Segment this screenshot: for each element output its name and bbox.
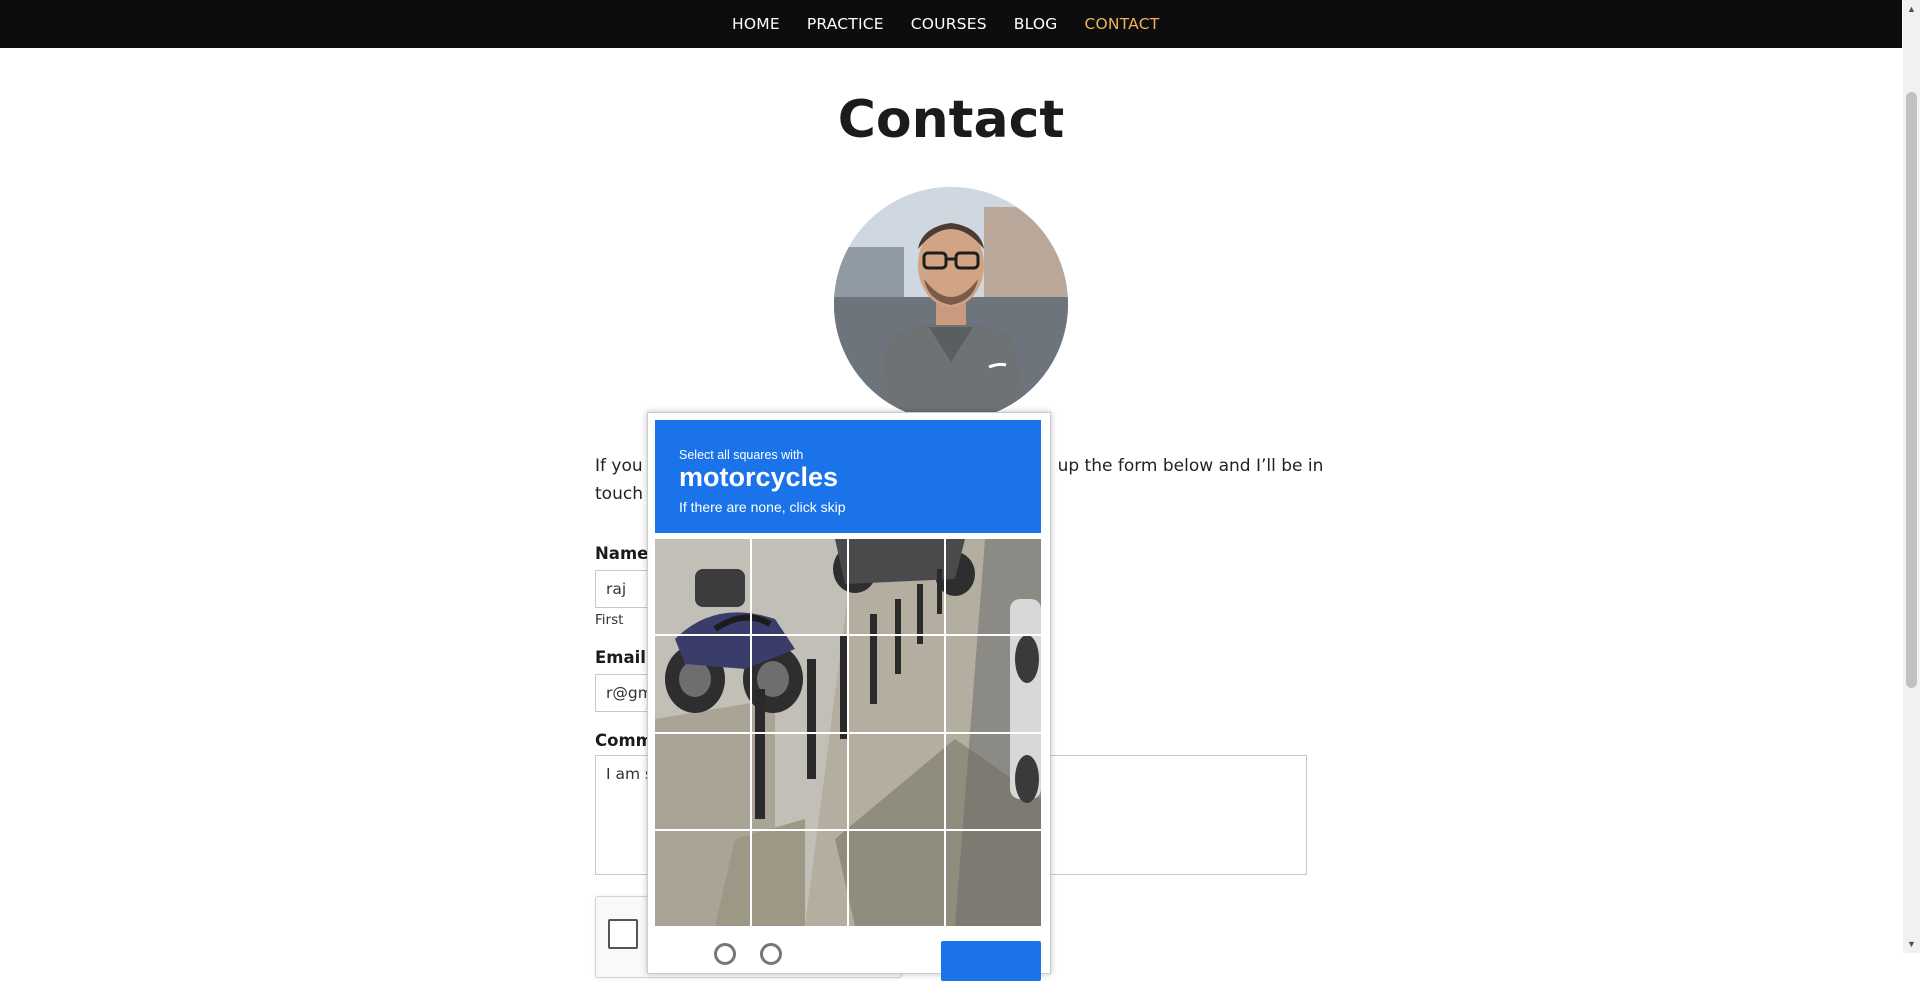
captcha-tile[interactable] <box>944 828 1043 929</box>
captcha-tile[interactable] <box>847 828 946 929</box>
verify-button[interactable] <box>941 941 1041 981</box>
nav-courses[interactable]: COURSES <box>911 15 987 33</box>
first-name-sublabel: First <box>595 612 624 628</box>
captcha-tile[interactable] <box>750 731 849 831</box>
page-title: Contact <box>837 90 1065 150</box>
captcha-tile[interactable] <box>653 536 752 637</box>
captcha-header: Select all squares with motorcycles If t… <box>655 420 1041 533</box>
captcha-tile[interactable] <box>750 634 849 734</box>
captcha-tile[interactable] <box>847 731 946 831</box>
captcha-footer <box>648 933 1050 981</box>
captcha-tile[interactable] <box>944 536 1043 637</box>
name-label-text: Name <box>595 544 649 563</box>
scroll-down-arrow-icon[interactable]: ▼ <box>1907 939 1916 949</box>
scroll-up-arrow-icon[interactable]: ▲ <box>1907 4 1916 14</box>
audio-icon[interactable] <box>760 943 782 965</box>
captcha-challenge-popup: Select all squares with motorcycles If t… <box>647 412 1051 981</box>
captcha-grid <box>653 536 1043 929</box>
nav-blog[interactable]: BLOG <box>1014 15 1058 33</box>
profile-photo-image <box>834 187 1068 421</box>
captcha-tile[interactable] <box>847 536 946 637</box>
captcha-tile[interactable] <box>944 731 1043 831</box>
captcha-tile[interactable] <box>653 828 752 929</box>
captcha-tile[interactable] <box>944 634 1043 734</box>
intro-text-line1-end: ill up the form below and I’ll be in <box>1038 456 1324 476</box>
captcha-tile[interactable] <box>847 634 946 734</box>
captcha-tile[interactable] <box>750 536 849 637</box>
email-label-text: Email <box>595 648 646 667</box>
captcha-tile[interactable] <box>750 828 849 929</box>
captcha-instruction: Select all squares with <box>679 448 804 462</box>
top-navigation: HOME PRACTICE COURSES BLOG CONTACT <box>0 0 1902 48</box>
reload-icon[interactable] <box>714 943 736 965</box>
profile-photo <box>834 187 1068 421</box>
scroll-thumb[interactable] <box>1906 92 1917 688</box>
nav-home[interactable]: HOME <box>732 15 780 33</box>
captcha-tile[interactable] <box>653 731 752 831</box>
nav-practice[interactable]: PRACTICE <box>807 15 884 33</box>
captcha-target: motorcycles <box>679 462 839 492</box>
captcha-hint: If there are none, click skip <box>679 499 846 515</box>
nav-contact[interactable]: CONTACT <box>1084 15 1159 33</box>
captcha-tile[interactable] <box>653 634 752 734</box>
page-scrollbar[interactable]: ▲ ▼ <box>1903 0 1920 953</box>
nav-menu: HOME PRACTICE COURSES BLOG CONTACT <box>732 0 1159 48</box>
recaptcha-checkbox[interactable] <box>608 919 638 949</box>
